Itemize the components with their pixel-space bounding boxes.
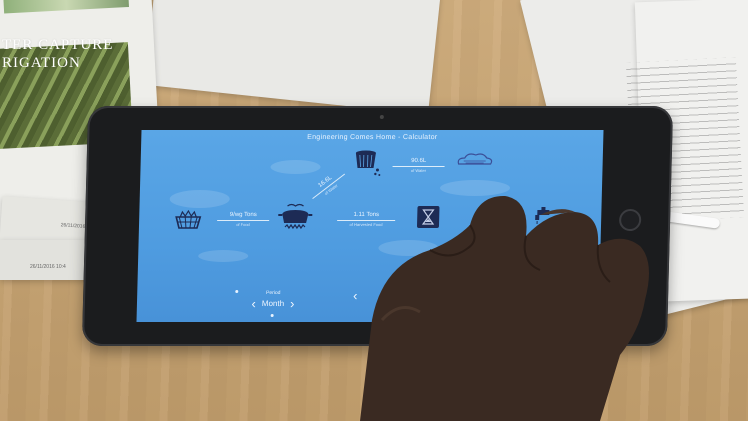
secondary-prev-button[interactable]: ‹ <box>353 288 358 303</box>
link-line <box>217 220 270 221</box>
period-selector: Period ‹ Month › <box>233 290 314 311</box>
link-water-cloud: 90.6L of Water <box>392 158 445 173</box>
tap-node[interactable] <box>533 206 558 226</box>
water-bucket-icon <box>355 150 381 176</box>
page-indicator-dot <box>270 314 274 317</box>
link-value: 9/wg Tons <box>229 212 257 218</box>
harvest-basket-icon <box>175 209 202 229</box>
period-label: Period <box>265 290 281 296</box>
cooking-pot-icon <box>278 203 313 230</box>
cloud-node[interactable] <box>455 152 495 168</box>
period-prev-button[interactable]: ‹ <box>251 296 256 311</box>
period-value: Month <box>261 299 285 308</box>
link-value: 1.11 Tons <box>353 212 380 218</box>
hourglass-icon <box>416 206 440 228</box>
link-value: 90.6L <box>411 158 427 164</box>
tablet: Engineering Comes Home - Calculator 9/wg… <box>81 106 674 346</box>
time-node[interactable] <box>415 204 442 230</box>
link-cooking-time: 1.11 Tons of Harvested Food <box>337 212 396 227</box>
link-harvest-cooking: 9/wg Tons of Food <box>217 212 270 227</box>
link-unit: of Harvested Food <box>349 222 383 227</box>
paper-date: 26/11/2016 10:4 <box>30 264 66 270</box>
background-cloud <box>378 240 439 256</box>
poster-photo-top <box>3 0 130 14</box>
link-unit: of Food <box>236 222 250 227</box>
link-line <box>392 166 445 167</box>
paper-sheet: 26/11/2016 10:4 <box>0 240 92 280</box>
background-cloud <box>198 250 249 262</box>
period-next-button[interactable]: › <box>290 296 295 311</box>
harvest-node[interactable] <box>173 208 204 230</box>
app-screen: Engineering Comes Home - Calculator 9/wg… <box>136 130 604 322</box>
background-cloud <box>439 180 511 196</box>
tap-water-icon <box>535 207 550 224</box>
camera <box>379 115 384 119</box>
poster-title: TER CAPTURE RIGATION <box>2 37 114 71</box>
background-cloud <box>270 160 321 174</box>
water-node[interactable] <box>350 148 385 180</box>
link-line <box>337 220 396 221</box>
rain-cloud-icon <box>457 153 493 165</box>
link-unit: of Water <box>410 168 427 173</box>
app-title: Engineering Comes Home - Calculator <box>307 134 438 141</box>
cooking-node[interactable] <box>275 202 316 232</box>
home-button[interactable] <box>618 209 642 231</box>
background-cloud <box>169 190 230 208</box>
link-cooking-water: 16.6L of Water <box>308 167 349 203</box>
